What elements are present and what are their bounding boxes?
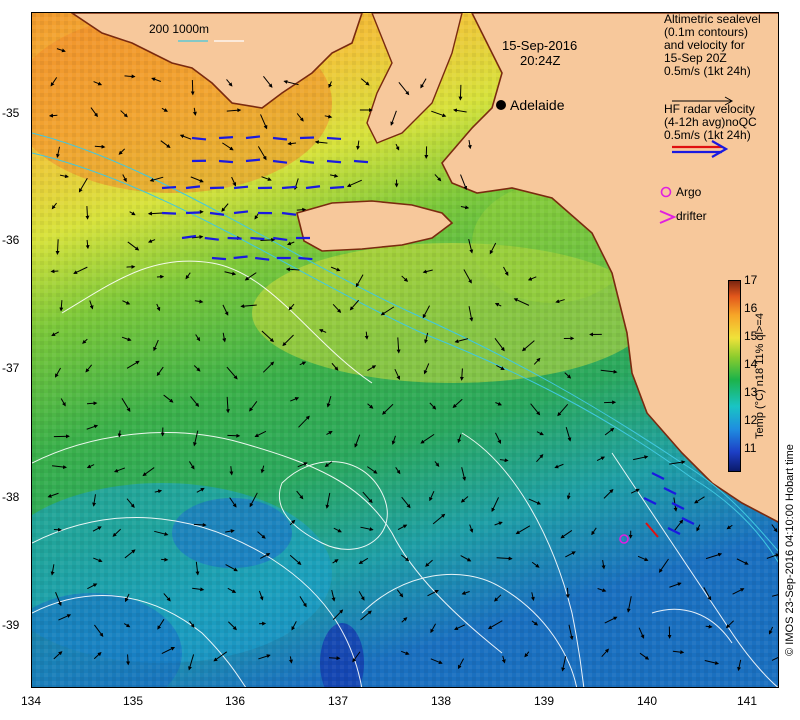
colorbar-tick: 17 bbox=[744, 273, 758, 287]
map-date: 15-Sep-2016 bbox=[502, 38, 578, 53]
hf-vector bbox=[218, 159, 234, 164]
credit-text: © IMOS 23-Sep-2016 04:10:00 Hobart time bbox=[784, 444, 796, 656]
current-arrow bbox=[126, 654, 131, 666]
current-arrow bbox=[50, 269, 59, 274]
hf-vector bbox=[161, 211, 177, 215]
hf-vector bbox=[329, 185, 345, 190]
colorbar-label: Temp (°C) n18 11% ql>=4 bbox=[754, 313, 766, 439]
hf-vector bbox=[272, 136, 288, 141]
x-tick-label: 136 bbox=[224, 694, 246, 708]
legend-argo-label: Argo bbox=[676, 185, 702, 199]
depth-contour-legend: 200 1000m bbox=[149, 22, 210, 36]
hf-vector bbox=[227, 236, 242, 240]
hf-vector bbox=[245, 158, 261, 163]
sst-map[interactable]: 200 1000m 15-Sep-2016 20:24Z Adelaide Al… bbox=[31, 12, 779, 688]
hf-vector bbox=[211, 256, 227, 261]
hf-vector bbox=[218, 136, 234, 140]
hf-vector bbox=[245, 135, 261, 140]
hf-vector bbox=[233, 255, 248, 260]
hf-vector bbox=[326, 159, 342, 164]
x-tick-label: 135 bbox=[122, 694, 144, 708]
colorbar-tick: 11 bbox=[744, 441, 757, 455]
hf-vector bbox=[250, 236, 265, 241]
hf-vector bbox=[281, 185, 297, 190]
hf-vector bbox=[233, 210, 249, 215]
adelaide-dot bbox=[496, 100, 506, 110]
hf-vector bbox=[161, 185, 177, 190]
legend-hf: HF radar velocity (4-12h avg)noQC 0.5m/s… bbox=[664, 103, 757, 142]
hf-vector bbox=[298, 256, 313, 261]
current-arrow bbox=[565, 587, 570, 599]
hf-vector bbox=[353, 159, 369, 164]
current-arrow bbox=[328, 656, 341, 661]
legend-sealevel: Altimetric sealevel (0.1m contours) and … bbox=[664, 13, 761, 78]
hf-vector bbox=[233, 185, 249, 190]
hf-vector bbox=[191, 136, 207, 141]
x-tick-label: 139 bbox=[533, 694, 555, 708]
y-tick-label: -39 bbox=[2, 618, 20, 632]
y-tick-label: -38 bbox=[2, 490, 20, 504]
x-tick-label: 134 bbox=[20, 694, 42, 708]
current-arrow bbox=[705, 624, 713, 629]
hf-vector bbox=[326, 136, 342, 141]
x-tick-label: 140 bbox=[636, 694, 658, 708]
y-tick-label: -36 bbox=[2, 233, 20, 247]
current-arrow bbox=[124, 74, 136, 79]
y-tick-label: -37 bbox=[2, 361, 20, 375]
map-time: 20:24Z bbox=[520, 53, 561, 68]
hf-vector bbox=[299, 136, 315, 140]
city-label-adelaide: Adelaide bbox=[510, 97, 565, 113]
current-arrow bbox=[296, 207, 307, 212]
current-arrow bbox=[48, 113, 58, 118]
current-arrow bbox=[458, 84, 463, 101]
current-arrow bbox=[85, 206, 90, 220]
colorbar bbox=[728, 280, 741, 472]
x-tick-label: 138 bbox=[430, 694, 452, 708]
legend-sealevel-line-5: 0.5m/s (1kt 24h) bbox=[664, 64, 751, 78]
legend-hf-line-3: 0.5m/s (1kt 24h) bbox=[664, 128, 751, 142]
legend-drifter-label: drifter bbox=[676, 209, 707, 223]
y-tick-label: -35 bbox=[2, 106, 20, 120]
x-tick-label: 141 bbox=[736, 694, 758, 708]
current-arrow bbox=[86, 401, 98, 406]
x-tick-label: 137 bbox=[327, 694, 349, 708]
